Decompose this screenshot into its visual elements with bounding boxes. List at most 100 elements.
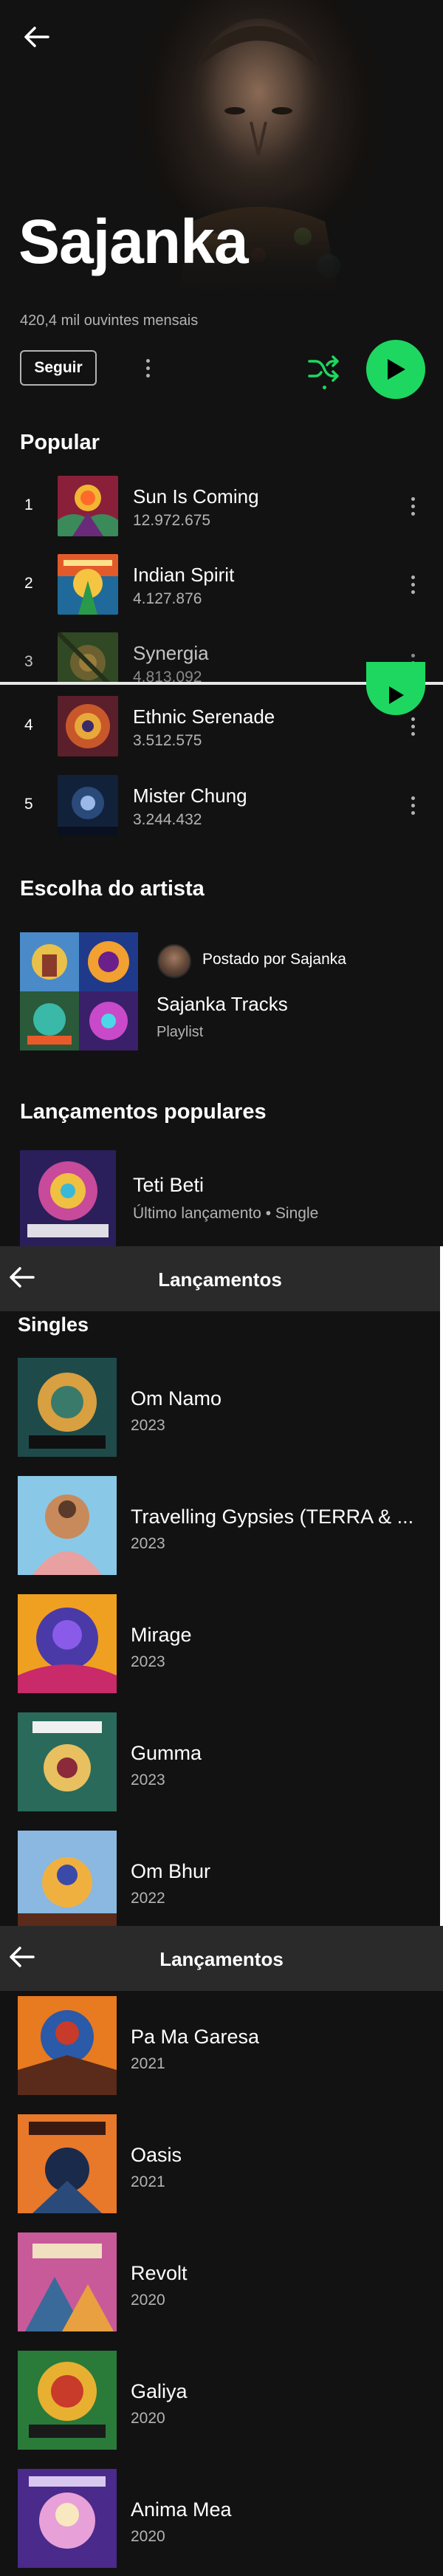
releases-header: Lançamentos (0, 1926, 443, 1991)
track-rank: 5 (24, 796, 33, 813)
artist-avatar (157, 944, 191, 978)
track-play-count: 3.512.575 (133, 732, 202, 749)
release-title: Revolt (131, 2262, 188, 2284)
track-title: Sun Is Coming (133, 485, 259, 508)
track-rank: 4 (24, 717, 33, 734)
release-cover-art (18, 2232, 117, 2331)
release-title: Om Bhur (131, 1860, 211, 1882)
track-rank: 1 (24, 496, 33, 513)
releases-screen: Lançamentos Singles Om Namo 2023 Travell… (0, 1246, 440, 1926)
track-row[interactable]: 1 Sun Is Coming 12.972.675 (0, 473, 443, 539)
release-title: Gumma (131, 1742, 202, 1764)
collage-tile (79, 932, 138, 991)
track-rank: 2 (24, 575, 33, 592)
artist-more-button[interactable] (137, 353, 158, 383)
release-cover-art (18, 2469, 117, 2568)
release-title: Anima Mea (131, 2498, 232, 2521)
track-title: Indian Spirit (133, 564, 235, 586)
release-item[interactable]: Travelling Gypsies (TERRA & ... 2023 (0, 1476, 440, 1575)
collage-tile (79, 991, 138, 1050)
track-play-count: 4.127.876 (133, 590, 202, 607)
release-item[interactable]: Mirage 2023 (0, 1594, 440, 1693)
releases-header: Lançamentos (0, 1246, 440, 1311)
follow-button[interactable]: Seguir (20, 350, 97, 386)
arrow-left-icon (24, 27, 49, 47)
release-title: Om Namo (131, 1387, 222, 1410)
release-cover-art (18, 1712, 117, 1811)
release-item[interactable]: Gumma 2023 (0, 1712, 440, 1811)
release-title: Travelling Gypsies (TERRA & ... (131, 1506, 414, 1528)
release-title: Galiya (131, 2380, 188, 2402)
release-year: 2021 (131, 2173, 165, 2190)
release-cover-art (18, 1476, 117, 1575)
track-title: Mister Chung (133, 785, 247, 807)
release-item[interactable]: Anima Mea 2020 (0, 2469, 443, 2568)
artist-name: Sajanka (18, 207, 249, 276)
track-cover-art (58, 696, 118, 756)
release-year: 2020 (131, 2292, 165, 2309)
singles-section-label: Singles (18, 1313, 89, 1336)
track-play-count: 12.972.675 (133, 512, 211, 529)
track-cover-art (58, 775, 118, 836)
releases-title: Lançamentos (159, 1948, 284, 1970)
track-cover-art (58, 476, 118, 536)
track-row[interactable]: 5 Mister Chung 3.244.432 (0, 772, 443, 838)
releases-title: Lançamentos (158, 1268, 282, 1291)
track-title: Synergia (133, 642, 209, 664)
release-year: 2023 (131, 1535, 165, 1552)
release-item[interactable]: Om Bhur 2022 (0, 1831, 440, 1926)
release-year: 2020 (131, 2528, 165, 2545)
release-title: Pa Ma Garesa (131, 2026, 260, 2048)
release-year: 2023 (131, 1772, 165, 1788)
release-cover-art (18, 2114, 117, 2213)
release-item[interactable]: Om Namo 2023 (0, 1358, 440, 1457)
release-year: 2021 (131, 2055, 165, 2072)
release-item[interactable]: Oasis 2021 (0, 2114, 443, 2213)
track-cover-art (58, 554, 118, 615)
posted-by-label: Postado por Sajanka (202, 951, 346, 968)
track-more-button[interactable] (402, 491, 423, 521)
track-row[interactable]: 2 Indian Spirit 4.127.876 (0, 551, 443, 618)
release-cover-art (18, 1594, 117, 1693)
track-title: Ethnic Serenade (133, 706, 275, 728)
release-cover-art (18, 2351, 117, 2450)
release-cover-art (18, 1358, 117, 1457)
track-play-count: 3.244.432 (133, 811, 202, 828)
track-more-button[interactable] (402, 711, 423, 741)
popular-section-title: Popular (20, 431, 100, 454)
shuffle-active-indicator (323, 386, 326, 389)
release-cover-art[interactable] (20, 1150, 116, 1246)
track-more-button[interactable] (402, 570, 423, 599)
shuffle-button[interactable] (306, 350, 343, 387)
play-button[interactable] (366, 340, 425, 399)
release-year: 2022 (131, 1890, 165, 1907)
track-cover-art (58, 632, 118, 683)
release-cover-art (18, 1996, 117, 2095)
playlist-cover-collage[interactable] (20, 932, 138, 1050)
playlist-title[interactable]: Sajanka Tracks (157, 993, 288, 1016)
track-more-button[interactable] (402, 790, 423, 820)
artist-pick-title: Escolha do artista (20, 877, 205, 901)
monthly-listeners: 420,4 mil ouvintes mensais (20, 312, 199, 329)
release-item[interactable]: Revolt 2020 (0, 2232, 443, 2331)
back-button[interactable] (19, 22, 53, 52)
playlist-type: Playlist (157, 1024, 204, 1040)
play-icon (388, 359, 405, 380)
release-title[interactable]: Teti Beti (133, 1174, 204, 1197)
release-year: 2020 (131, 2410, 165, 2427)
release-subtitle: Último lançamento • Single (133, 1205, 319, 1222)
release-year: 2023 (131, 1417, 165, 1434)
track-rank: 3 (24, 653, 33, 670)
shuffle-icon (308, 355, 339, 382)
release-title: Oasis (131, 2144, 182, 2166)
release-item[interactable]: Galiya 2020 (0, 2351, 443, 2450)
release-year: 2023 (131, 1653, 165, 1670)
track-row[interactable]: 4 Ethnic Serenade 3.512.575 (0, 693, 443, 759)
collage-tile (20, 932, 79, 991)
track-play-count: 4.813.092 (133, 669, 202, 683)
releases-screen-scrolled: Lançamentos Pa Ma Garesa 2021 Oasis 2021… (0, 1926, 443, 2576)
release-item[interactable]: Pa Ma Garesa 2021 (0, 1996, 443, 2095)
release-title: Mirage (131, 1624, 192, 1646)
artist-page: Sajanka 420,4 mil ouvintes mensais Segui… (0, 0, 443, 1246)
collage-tile (20, 991, 79, 1050)
